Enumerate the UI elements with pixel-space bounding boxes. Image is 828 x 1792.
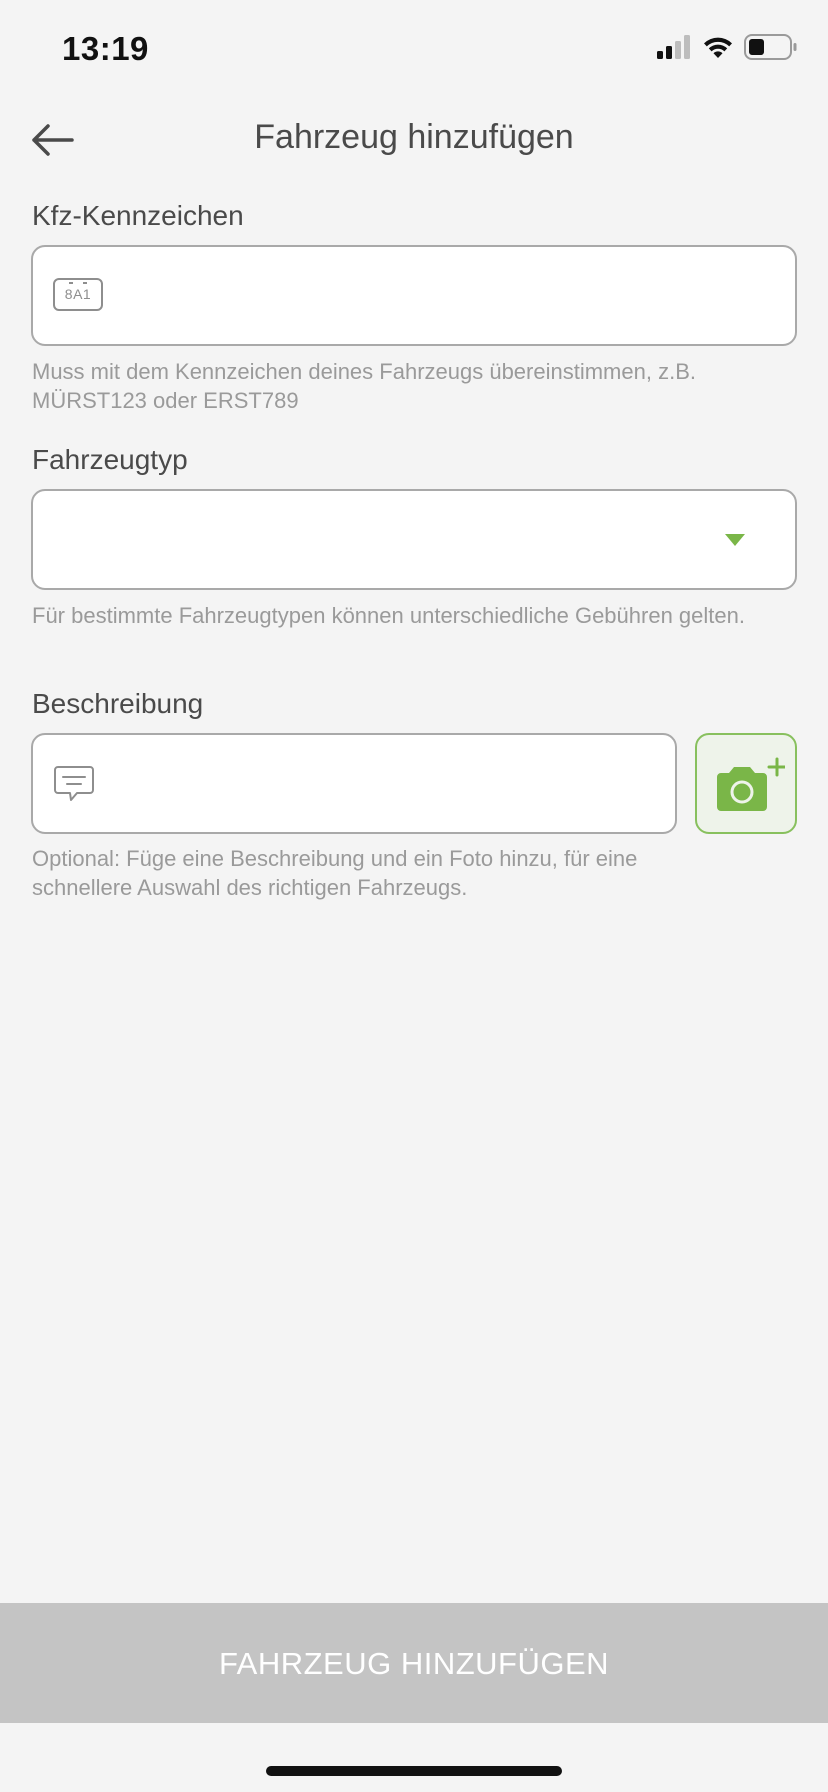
home-indicator [266,1766,562,1776]
plate-field[interactable]: 8A1 [31,245,797,346]
description-input[interactable] [119,735,655,832]
wifi-icon [704,37,732,58]
plate-icon-text: 8A1 [64,286,92,302]
status-icons [656,34,798,60]
vehicle-type-select[interactable] [31,489,797,590]
description-label: Beschreibung [32,688,204,719]
description-field[interactable] [31,733,677,834]
page-title: Fahrzeug hinzufügen [254,118,574,156]
add-photo-button[interactable] [695,733,797,834]
comment-icon [54,766,94,801]
triangle-down-icon [725,534,745,546]
cellular-signal-icon [657,35,690,59]
plate-input[interactable] [123,247,775,344]
nav-bar: Fahrzeug hinzufügen [0,100,828,180]
status-time: 13:19 [62,30,149,67]
license-plate-icon: 8A1 [53,278,103,311]
description-helper-text: Optional: Füge eine Beschreibung und ein… [32,846,638,900]
battery-icon [744,34,797,60]
status-bar: 13:19 [0,0,828,100]
add-vehicle-button[interactable]: FAHRZEUG HINZUFÜGEN [0,1603,828,1723]
vehicle-type-helper-text: Für bestimmte Fahrzeugtypen können unter… [32,603,745,628]
vehicle-type-label: Fahrzeugtyp [32,444,188,475]
add-photo-icon [717,757,785,811]
plate-helper-text: Muss mit dem Kennzeichen deines Fahrzeug… [32,359,696,413]
plate-label: Kfz-Kennzeichen [32,200,244,231]
